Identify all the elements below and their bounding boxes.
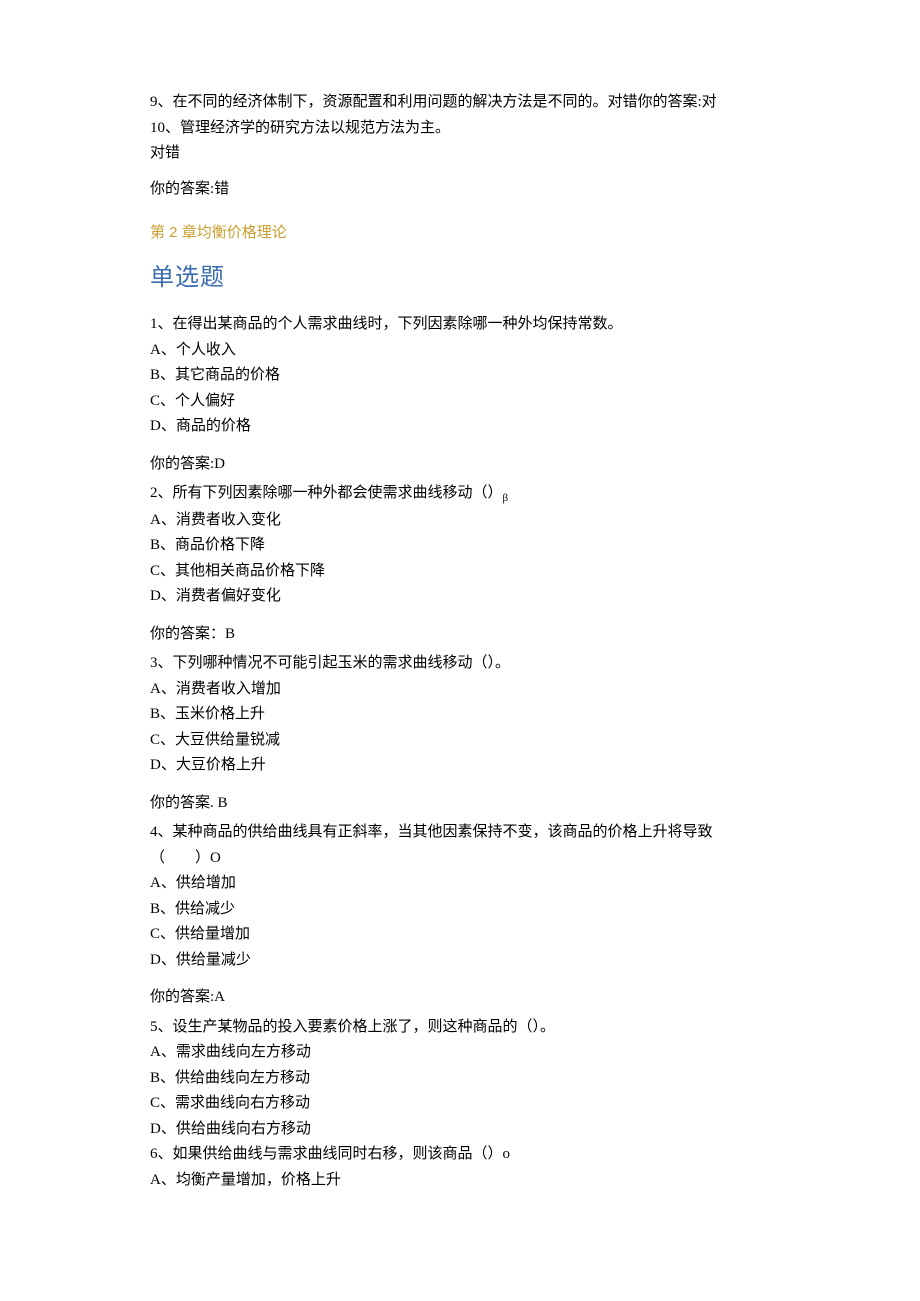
q1-answer: 你的答案:D xyxy=(150,452,770,478)
q6-stem: 6、如果供给曲线与需求曲线同时右移，则该商品（）o xyxy=(150,1142,770,1168)
q5-option-a: A、需求曲线向左方移动 xyxy=(150,1040,770,1066)
q2-option-a: A、消费者收入变化 xyxy=(150,508,770,534)
q1-option-c: C、个人偏好 xyxy=(150,389,770,415)
q4-stem-line2: （ ）O xyxy=(150,846,770,872)
q2-option-c: C、其他相关商品价格下降 xyxy=(150,559,770,585)
question-9: 9、在不同的经济体制下，资源配置和利用问题的解决方法是不同的。对错你的答案:对 xyxy=(150,90,770,116)
q1-stem: 1、在得出某商品的个人需求曲线时，下列因素除哪一种外均保持常数。 xyxy=(150,312,770,338)
q4-option-b: B、供给减少 xyxy=(150,897,770,923)
q4-answer: 你的答案:A xyxy=(150,985,770,1011)
q5-option-d: D、供给曲线向右方移动 xyxy=(150,1117,770,1143)
q4-option-c: C、供给量增加 xyxy=(150,922,770,948)
q4-stem-line1: 4、某种商品的供给曲线具有正斜率，当其他因素保持不变，该商品的价格上升将导致 xyxy=(150,820,770,846)
q2-option-b: B、商品价格下降 xyxy=(150,533,770,559)
chapter-title: 第 2 章均衡价格理论 xyxy=(150,220,770,246)
q6-option-a: A、均衡产量增加，价格上升 xyxy=(150,1168,770,1194)
true-false-options: 对错 xyxy=(150,141,770,167)
q3-answer: 你的答案. B xyxy=(150,791,770,817)
q5-option-c: C、需求曲线向右方移动 xyxy=(150,1091,770,1117)
chapter-number: 2 xyxy=(169,224,182,241)
q2-stem-text: 2、所有下列因素除哪一种外都会使需求曲线移动（） xyxy=(150,485,503,501)
q3-stem: 3、下列哪种情况不可能引起玉米的需求曲线移动（）。 xyxy=(150,651,770,677)
q2-stem: 2、所有下列因素除哪一种外都会使需求曲线移动（）β xyxy=(150,481,770,508)
section-title: 单选题 xyxy=(150,258,770,299)
q3-option-b: B、玉米价格上升 xyxy=(150,702,770,728)
q3-option-a: A、消费者收入增加 xyxy=(150,677,770,703)
q5-option-b: B、供给曲线向左方移动 xyxy=(150,1066,770,1092)
q4-option-d: D、供给量减少 xyxy=(150,948,770,974)
chapter-suffix: 章均衡价格理论 xyxy=(182,224,287,241)
chapter-prefix: 第 xyxy=(150,224,169,241)
question-10: 10、管理经济学的研究方法以规范方法为主。 xyxy=(150,116,770,142)
q3-option-c: C、大豆供给量锐减 xyxy=(150,728,770,754)
beta-subscript: β xyxy=(503,492,509,504)
q5-stem: 5、设生产某物品的投入要素价格上涨了，则这种商品的（）。 xyxy=(150,1015,770,1041)
q3-option-d: D、大豆价格上升 xyxy=(150,753,770,779)
q4-option-a: A、供给增加 xyxy=(150,871,770,897)
q1-option-a: A、个人收入 xyxy=(150,338,770,364)
q2-answer: 你的答案：B xyxy=(150,622,770,648)
q1-option-d: D、商品的价格 xyxy=(150,414,770,440)
q1-option-b: B、其它商品的价格 xyxy=(150,363,770,389)
your-answer-10: 你的答案:错 xyxy=(150,177,770,203)
q2-option-d: D、消费者偏好变化 xyxy=(150,584,770,610)
